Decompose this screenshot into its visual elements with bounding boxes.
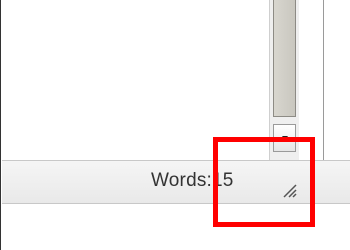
- scrollbar-thumb[interactable]: [273, 0, 296, 117]
- panel-divider: [323, 0, 324, 160]
- word-count-label: Words:: [151, 170, 213, 191]
- vertical-scrollbar[interactable]: [269, 0, 299, 160]
- highlight-annotation: [213, 137, 315, 227]
